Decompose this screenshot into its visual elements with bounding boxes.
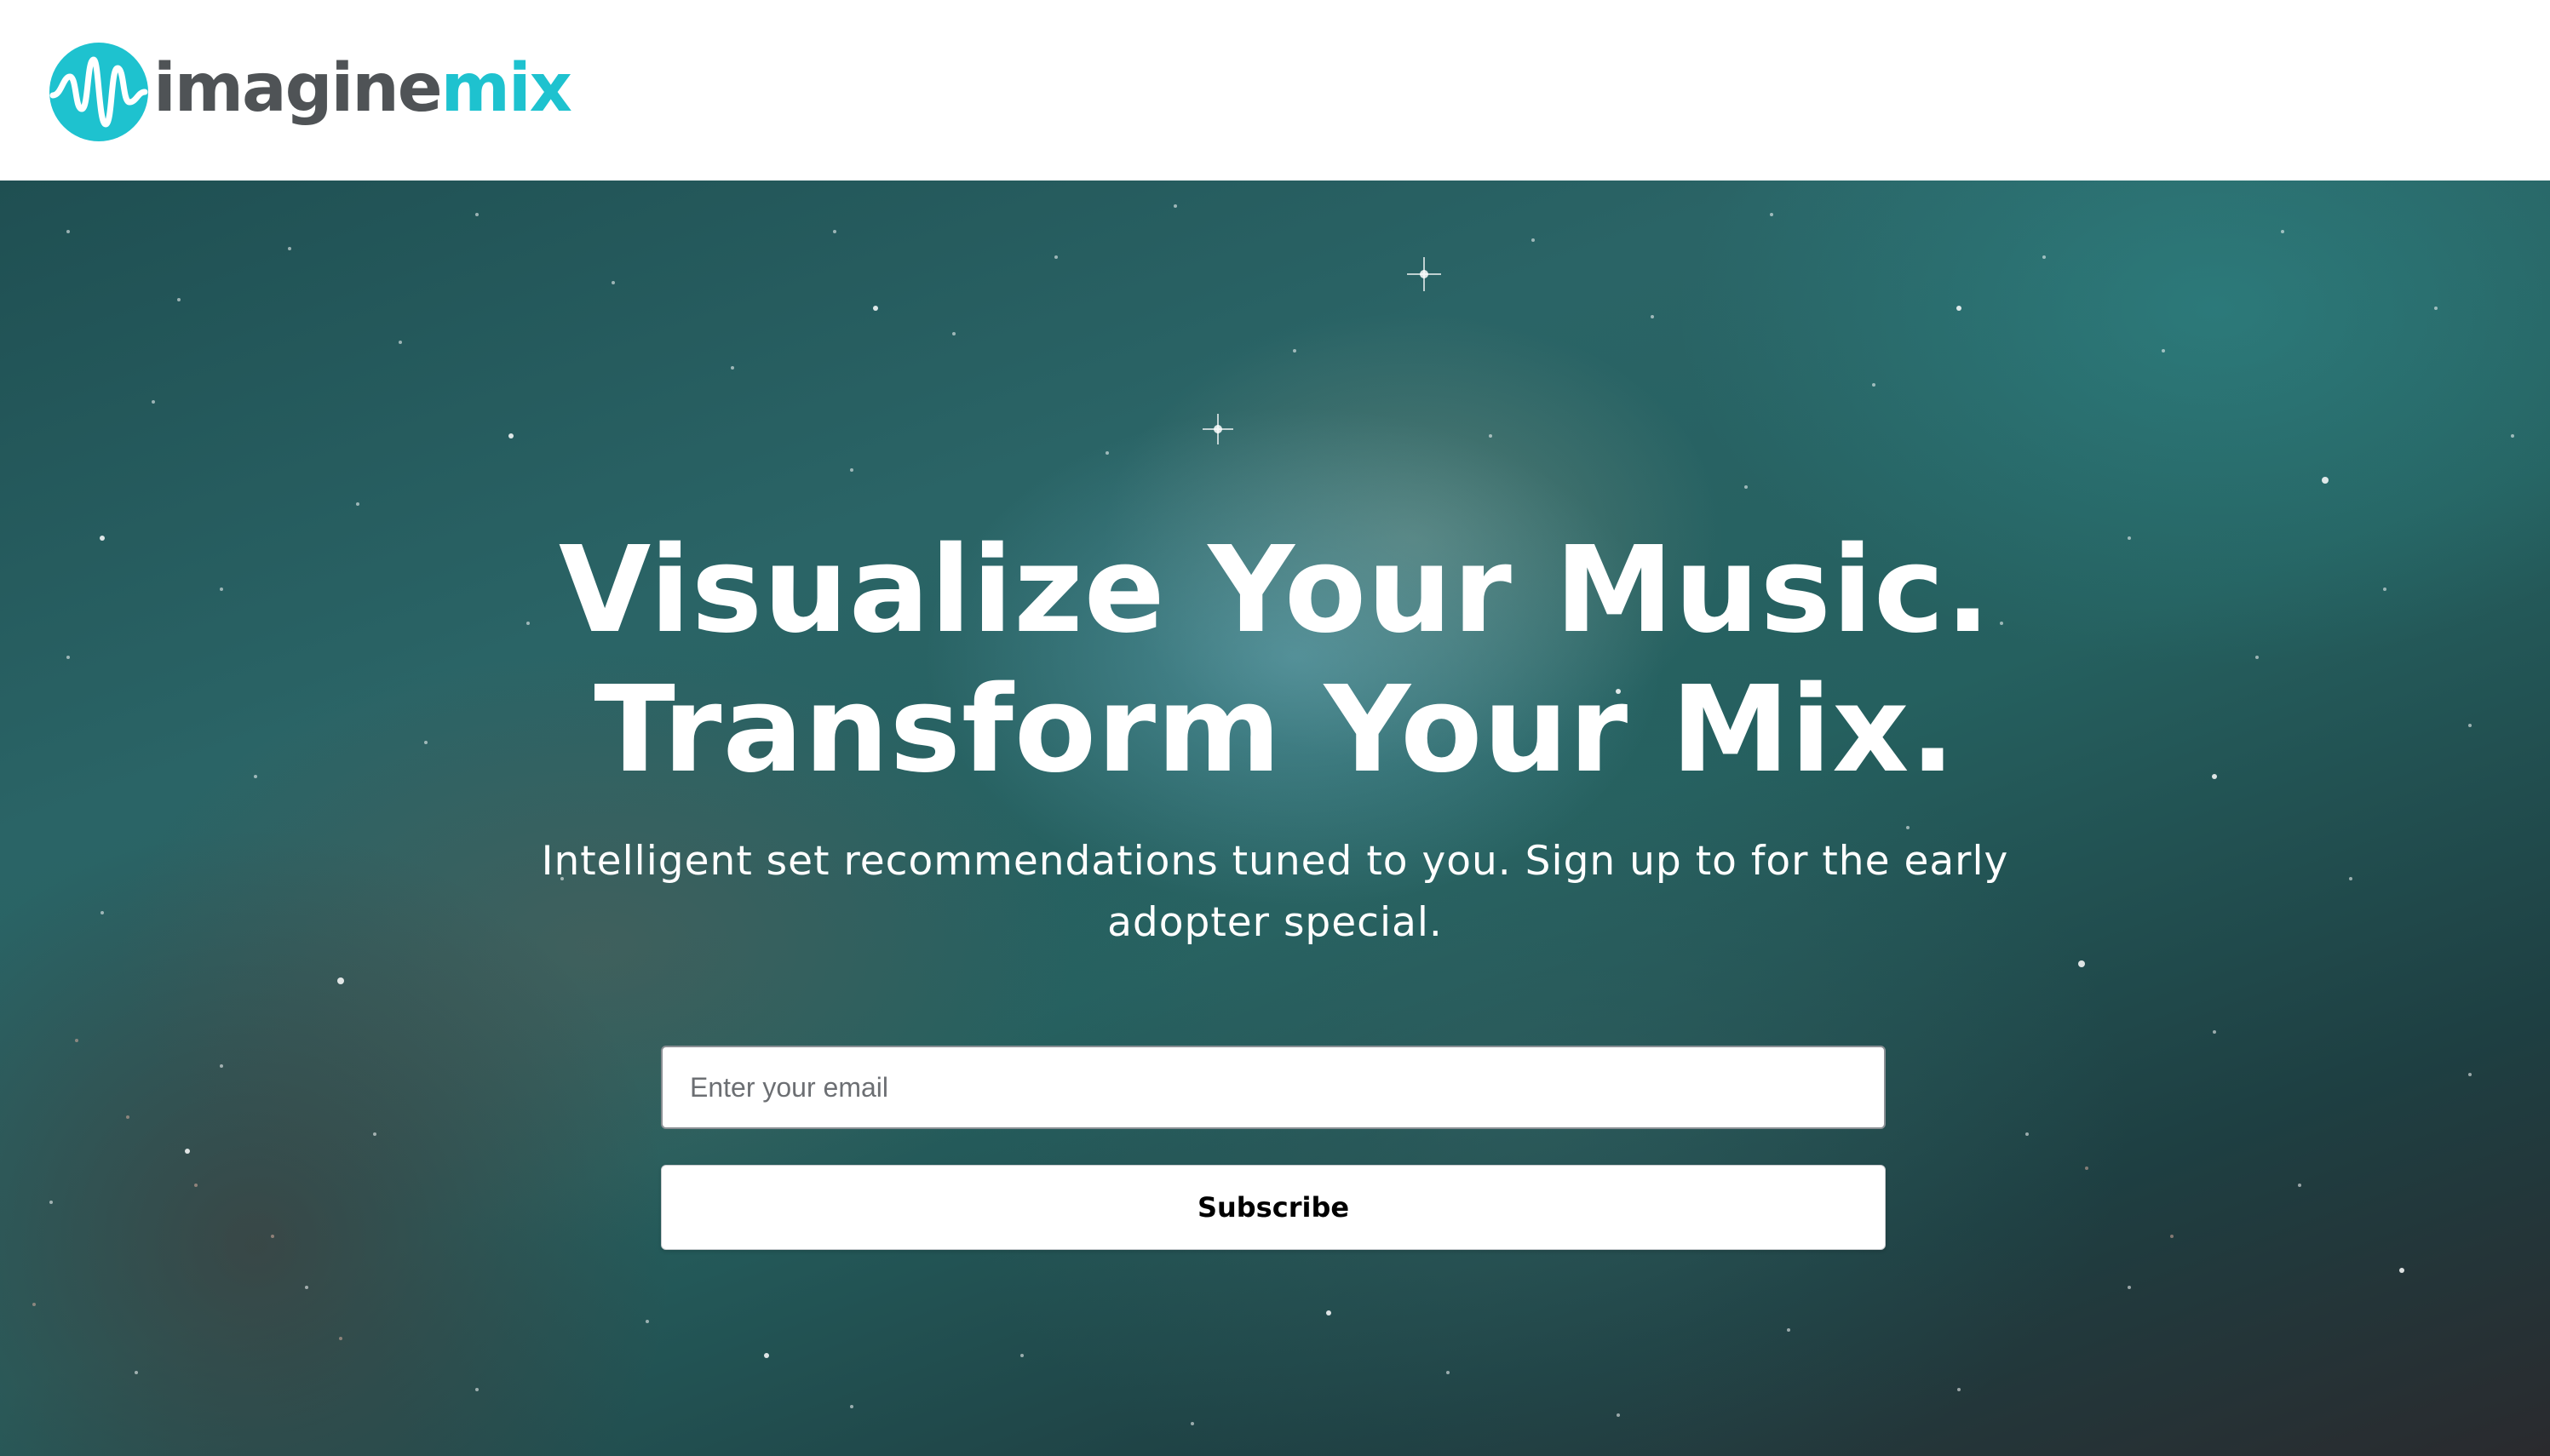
headline-line-1: Visualize Your Music. [558,521,1992,660]
brand-wordmark: imaginemix [153,55,572,122]
brand-name-part2: mix [440,50,572,127]
headline-line-2: Transform Your Mix. [594,661,1956,800]
brand-name-part1: imagine [153,50,443,127]
brand-logo[interactable]: imaginemix [49,43,572,141]
hero-subtext: Intelligent set recommendations tuned to… [541,838,2009,946]
hero-headline: Visualize Your Music. Transform Your Mix… [0,521,2550,800]
hero-content: Visualize Your Music. Transform Your Mix… [0,181,2550,1456]
subscribe-button[interactable]: Subscribe [661,1165,1886,1250]
site-header: imaginemix [0,0,2550,181]
hero-section: Visualize Your Music. Transform Your Mix… [0,181,2550,1456]
waveform-circle-icon [49,43,148,141]
email-input[interactable] [661,1046,1886,1129]
